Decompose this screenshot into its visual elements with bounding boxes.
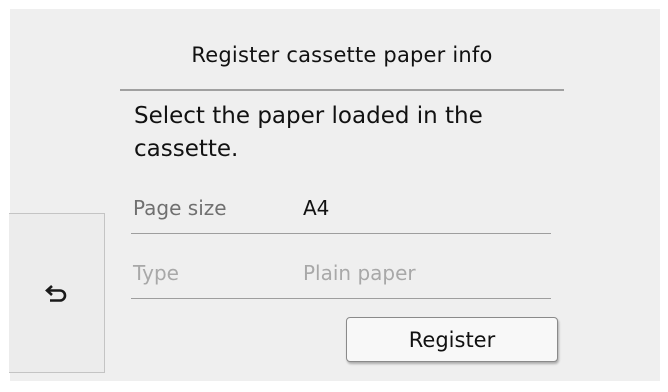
- page-size-label: Page size: [133, 196, 227, 220]
- instruction-line-2: cassette.: [134, 136, 239, 162]
- back-arrow-icon: [44, 282, 70, 304]
- printer-panel-screen: Register cassette paper info Select the …: [9, 9, 660, 381]
- paper-type-value: Plain paper: [303, 261, 416, 285]
- paper-type-setting: Type Plain paper: [131, 256, 551, 299]
- register-button[interactable]: Register: [346, 317, 558, 362]
- page-size-setting[interactable]: Page size A4: [131, 191, 551, 234]
- instruction-message: Select the paper loaded in the cassette.: [134, 100, 554, 166]
- back-button[interactable]: [9, 213, 105, 373]
- paper-type-label: Type: [133, 261, 179, 285]
- title-divider: [120, 89, 564, 91]
- page-size-value: A4: [303, 196, 330, 220]
- instruction-line-1: Select the paper loaded in the: [134, 103, 483, 129]
- page-title: Register cassette paper info: [191, 43, 493, 67]
